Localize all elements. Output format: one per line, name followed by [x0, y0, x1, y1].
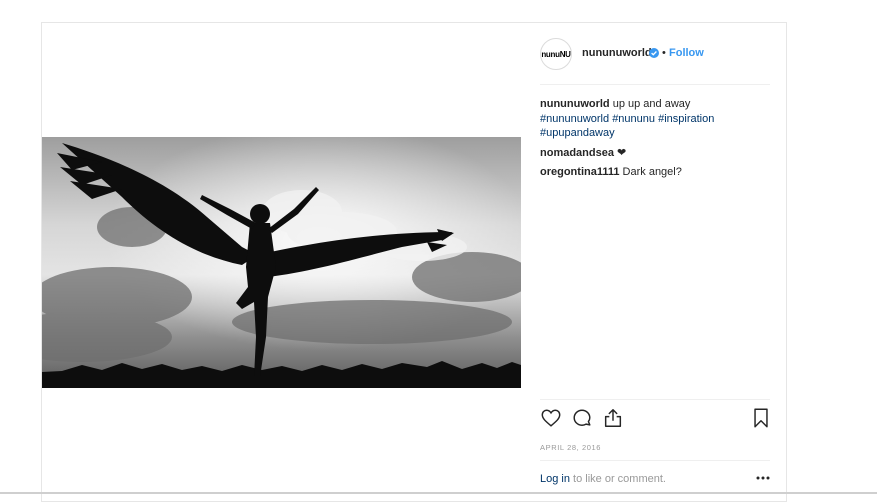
avatar[interactable]: nunuNU [540, 38, 572, 70]
comment-item: oregontina1111 Dark angel? [540, 165, 770, 180]
share-icon[interactable] [602, 407, 624, 429]
login-prompt-text: to like or comment. [569, 473, 666, 485]
caption-text: up up and away [609, 98, 691, 110]
follow-button[interactable]: Follow [669, 47, 704, 59]
comment-text: Dark angel? [619, 166, 682, 178]
post-card: nunuNU nununuworld • Follow nununuworld … [41, 22, 787, 502]
comment-username[interactable]: nomadandsea [540, 147, 614, 159]
footer-divider [540, 460, 770, 461]
avatar-logo-text: nunuNU [541, 49, 571, 59]
comment-username[interactable]: oregontina1111 [540, 166, 619, 178]
actions-divider [540, 399, 770, 400]
header-divider [540, 84, 770, 85]
hashtag-link[interactable]: #nununu [612, 113, 655, 125]
post-sidebar: nunuNU nununuworld • Follow nununuworld … [540, 23, 770, 503]
hashtag-link[interactable]: #inspiration [658, 113, 714, 125]
verified-badge-icon [649, 48, 659, 58]
hashtag-link[interactable]: #upupandaway [540, 127, 615, 139]
heart-icon[interactable] [540, 407, 562, 429]
login-prompt: Log in to like or comment. [540, 473, 770, 485]
caption: nununuworld up up and away #nununuworld … [540, 97, 770, 141]
comment-text: ❤ [613, 146, 627, 159]
post-date[interactable]: APRIL 28, 2016 [540, 443, 601, 452]
bookmark-icon[interactable] [750, 407, 772, 429]
post-image[interactable] [42, 137, 521, 388]
header-username[interactable]: nununuworld [582, 47, 652, 59]
more-options-icon[interactable] [756, 475, 770, 481]
login-link[interactable]: Log in [540, 473, 570, 485]
winged-figure-photo [42, 137, 521, 388]
hashtag-link[interactable]: #nununuworld [540, 113, 609, 125]
comments-list: nununuworld up up and away #nununuworld … [540, 97, 770, 185]
action-bar [540, 407, 772, 431]
comment-item: nomadandsea ❤ [540, 146, 770, 161]
comment-icon[interactable] [571, 407, 593, 429]
caption-username[interactable]: nununuworld [540, 98, 610, 110]
post-header: nunuNU nununuworld • Follow [540, 38, 770, 74]
header-separator: • [662, 47, 666, 59]
